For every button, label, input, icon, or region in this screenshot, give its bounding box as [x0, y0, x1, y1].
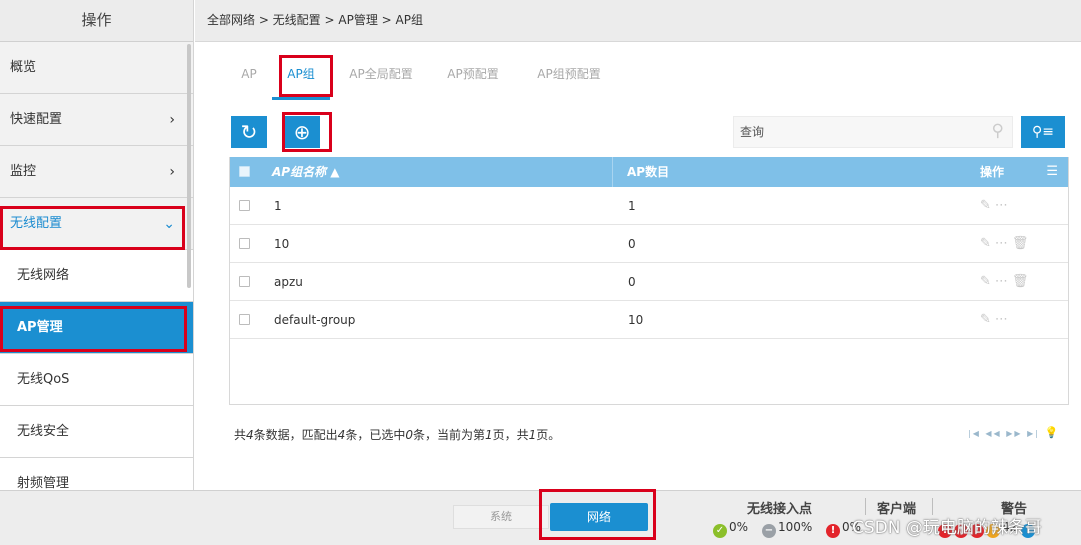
system-button[interactable]: 系统: [453, 505, 549, 529]
row-checkbox[interactable]: [239, 237, 250, 249]
sidebar-item-label: 无线配置: [10, 216, 63, 231]
column-header-actions: 操作: [980, 165, 1005, 179]
delete-icon[interactable]: 🗑: [1012, 236, 1033, 251]
delete-icon[interactable]: 🗑: [1012, 274, 1033, 289]
ap-online-stat[interactable]: ✓ 0%: [713, 520, 748, 538]
table-row: default-group 10 ✎⋯: [230, 301, 1068, 339]
tab-ap-group-preconfig[interactable]: AP组预配置: [528, 62, 610, 100]
column-header-name[interactable]: AP组名称 ▲: [272, 157, 340, 187]
sidebar-item-monitor[interactable]: 监控 ›: [0, 146, 193, 198]
row-actions: ✎⋯🗑: [980, 225, 1032, 263]
ap-group-name: 1: [274, 199, 282, 213]
watermark: CSDN @玩电脑的辣条哥: [852, 518, 1042, 538]
status-text-part: 页。: [536, 428, 561, 442]
advanced-search-icon: ⚲≡: [1032, 124, 1054, 140]
next-page-icon[interactable]: ▶▶: [1006, 429, 1022, 438]
sidebar-subitem-radio-management[interactable]: 射频管理: [0, 458, 193, 490]
row-actions: ✎⋯🗑: [980, 263, 1032, 301]
search-icon[interactable]: ⚲: [992, 121, 1004, 141]
search-box: ⚲: [733, 116, 1013, 148]
sidebar-subitem-wireless-network[interactable]: 无线网络: [0, 250, 193, 302]
more-icon[interactable]: ⋯: [995, 312, 1012, 327]
sidebar-subitem-wireless-security[interactable]: 无线安全: [0, 406, 193, 458]
edit-icon[interactable]: ✎: [980, 198, 995, 213]
sidebar-subitem-ap-management[interactable]: AP管理: [0, 302, 193, 354]
ap-offline-percent: 100%: [778, 520, 813, 534]
column-list-icon[interactable]: ☰: [1046, 157, 1058, 187]
sidebar-item-label: 监控: [10, 164, 37, 179]
add-ap-group-button[interactable]: ⊕: [284, 116, 320, 148]
table-row: 1 1 ✎⋯: [230, 187, 1068, 225]
more-icon[interactable]: ⋯: [995, 274, 1012, 289]
sidebar: 操作 概览 快速配置 › 监控 › 无线配置 ⌄ 无线网络 AP管理 无线QoS…: [0, 0, 194, 490]
breadcrumb: 全部网络 > 无线配置 > AP管理 > AP组: [195, 0, 1081, 42]
minus-circle-icon: −: [762, 524, 776, 538]
column-header-count: AP数目: [612, 157, 669, 187]
status-page: 1: [484, 428, 493, 442]
tab-ap[interactable]: AP: [232, 62, 266, 100]
sidebar-item-quick-config[interactable]: 快速配置 ›: [0, 94, 193, 146]
sidebar-item-wireless-config[interactable]: 无线配置 ⌄: [0, 198, 193, 250]
advanced-search-button[interactable]: ⚲≡: [1021, 116, 1065, 148]
status-selected: 0: [405, 428, 413, 442]
ap-count: 1: [628, 199, 636, 213]
sidebar-scrollbar[interactable]: [187, 44, 191, 288]
pagination: |◀ ◀◀ ▶▶ ▶| 💡: [968, 426, 1060, 439]
row-checkbox[interactable]: [239, 275, 250, 287]
ap-group-name: 10: [274, 237, 290, 251]
refresh-icon: ↻: [240, 120, 258, 144]
ap-group-name: default-group: [274, 313, 356, 327]
edit-icon[interactable]: ✎: [980, 274, 995, 289]
status-text-part: 条，当前为第: [412, 428, 485, 442]
ap-online-percent: 0%: [729, 520, 749, 534]
ap-count: 10: [628, 313, 644, 327]
ap-count: 0: [628, 237, 636, 251]
status-text-part: 条，已选中: [345, 428, 406, 442]
alert-circle-icon: !: [826, 524, 840, 538]
add-circle-icon: ⊕: [293, 120, 311, 144]
table-header: AP组名称 ▲ AP数目 操作 ☰: [230, 157, 1068, 187]
table-row: 10 0 ✎⋯🗑: [230, 225, 1068, 263]
status-text-part: 页，共: [492, 428, 529, 442]
refresh-button[interactable]: ↻: [231, 116, 267, 148]
tab-ap-global-config[interactable]: AP全局配置: [340, 62, 422, 100]
row-checkbox[interactable]: [239, 313, 250, 325]
row-actions: ✎⋯: [980, 301, 1012, 339]
ap-group-table: AP组名称 ▲ AP数目 操作 ☰ 1 1 ✎⋯ 10 0 ✎⋯🗑 apzu 0…: [229, 157, 1069, 405]
ap-offline-stat[interactable]: −100%: [762, 520, 812, 538]
sidebar-subitem-wireless-qos[interactable]: 无线QoS: [0, 354, 193, 406]
chevron-right-icon: ›: [169, 164, 175, 180]
ap-count: 0: [628, 275, 636, 289]
search-input[interactable]: [734, 117, 974, 147]
chevron-down-icon: ⌄: [163, 216, 175, 232]
sidebar-title: 操作: [0, 0, 193, 42]
last-page-icon[interactable]: ▶|: [1027, 429, 1040, 438]
select-all-checkbox[interactable]: [239, 166, 250, 177]
sidebar-item-overview[interactable]: 概览: [0, 42, 193, 94]
status-text-part: 共: [234, 428, 247, 442]
tab-ap-group[interactable]: AP组: [272, 62, 330, 100]
chevron-right-icon: ›: [169, 112, 175, 128]
tip-bulb-icon[interactable]: 💡: [1045, 426, 1061, 439]
edit-icon[interactable]: ✎: [980, 236, 995, 251]
status-text-part: 条数据，匹配出: [253, 428, 338, 442]
ap-group-name: apzu: [274, 275, 303, 289]
status-total: 4: [246, 428, 254, 442]
row-actions: ✎⋯: [980, 187, 1012, 225]
tab-ap-preconfig[interactable]: AP预配置: [438, 62, 508, 100]
sidebar-item-label: 快速配置: [10, 112, 63, 127]
row-checkbox[interactable]: [239, 199, 250, 211]
wireless-ap-title: 无线接入点: [747, 502, 813, 517]
edit-icon[interactable]: ✎: [980, 312, 995, 327]
check-circle-icon: ✓: [713, 524, 727, 538]
table-status-text: 共4条数据，匹配出4条，已选中0条，当前为第1页，共1页。: [234, 426, 560, 443]
network-button[interactable]: 网络: [550, 503, 648, 531]
first-page-icon[interactable]: |◀: [968, 429, 981, 438]
sidebar-item-label: 概览: [10, 60, 37, 75]
prev-page-icon[interactable]: ◀◀: [985, 429, 1001, 438]
more-icon[interactable]: ⋯: [995, 198, 1012, 213]
table-row: apzu 0 ✎⋯🗑: [230, 263, 1068, 301]
more-icon[interactable]: ⋯: [995, 236, 1012, 251]
